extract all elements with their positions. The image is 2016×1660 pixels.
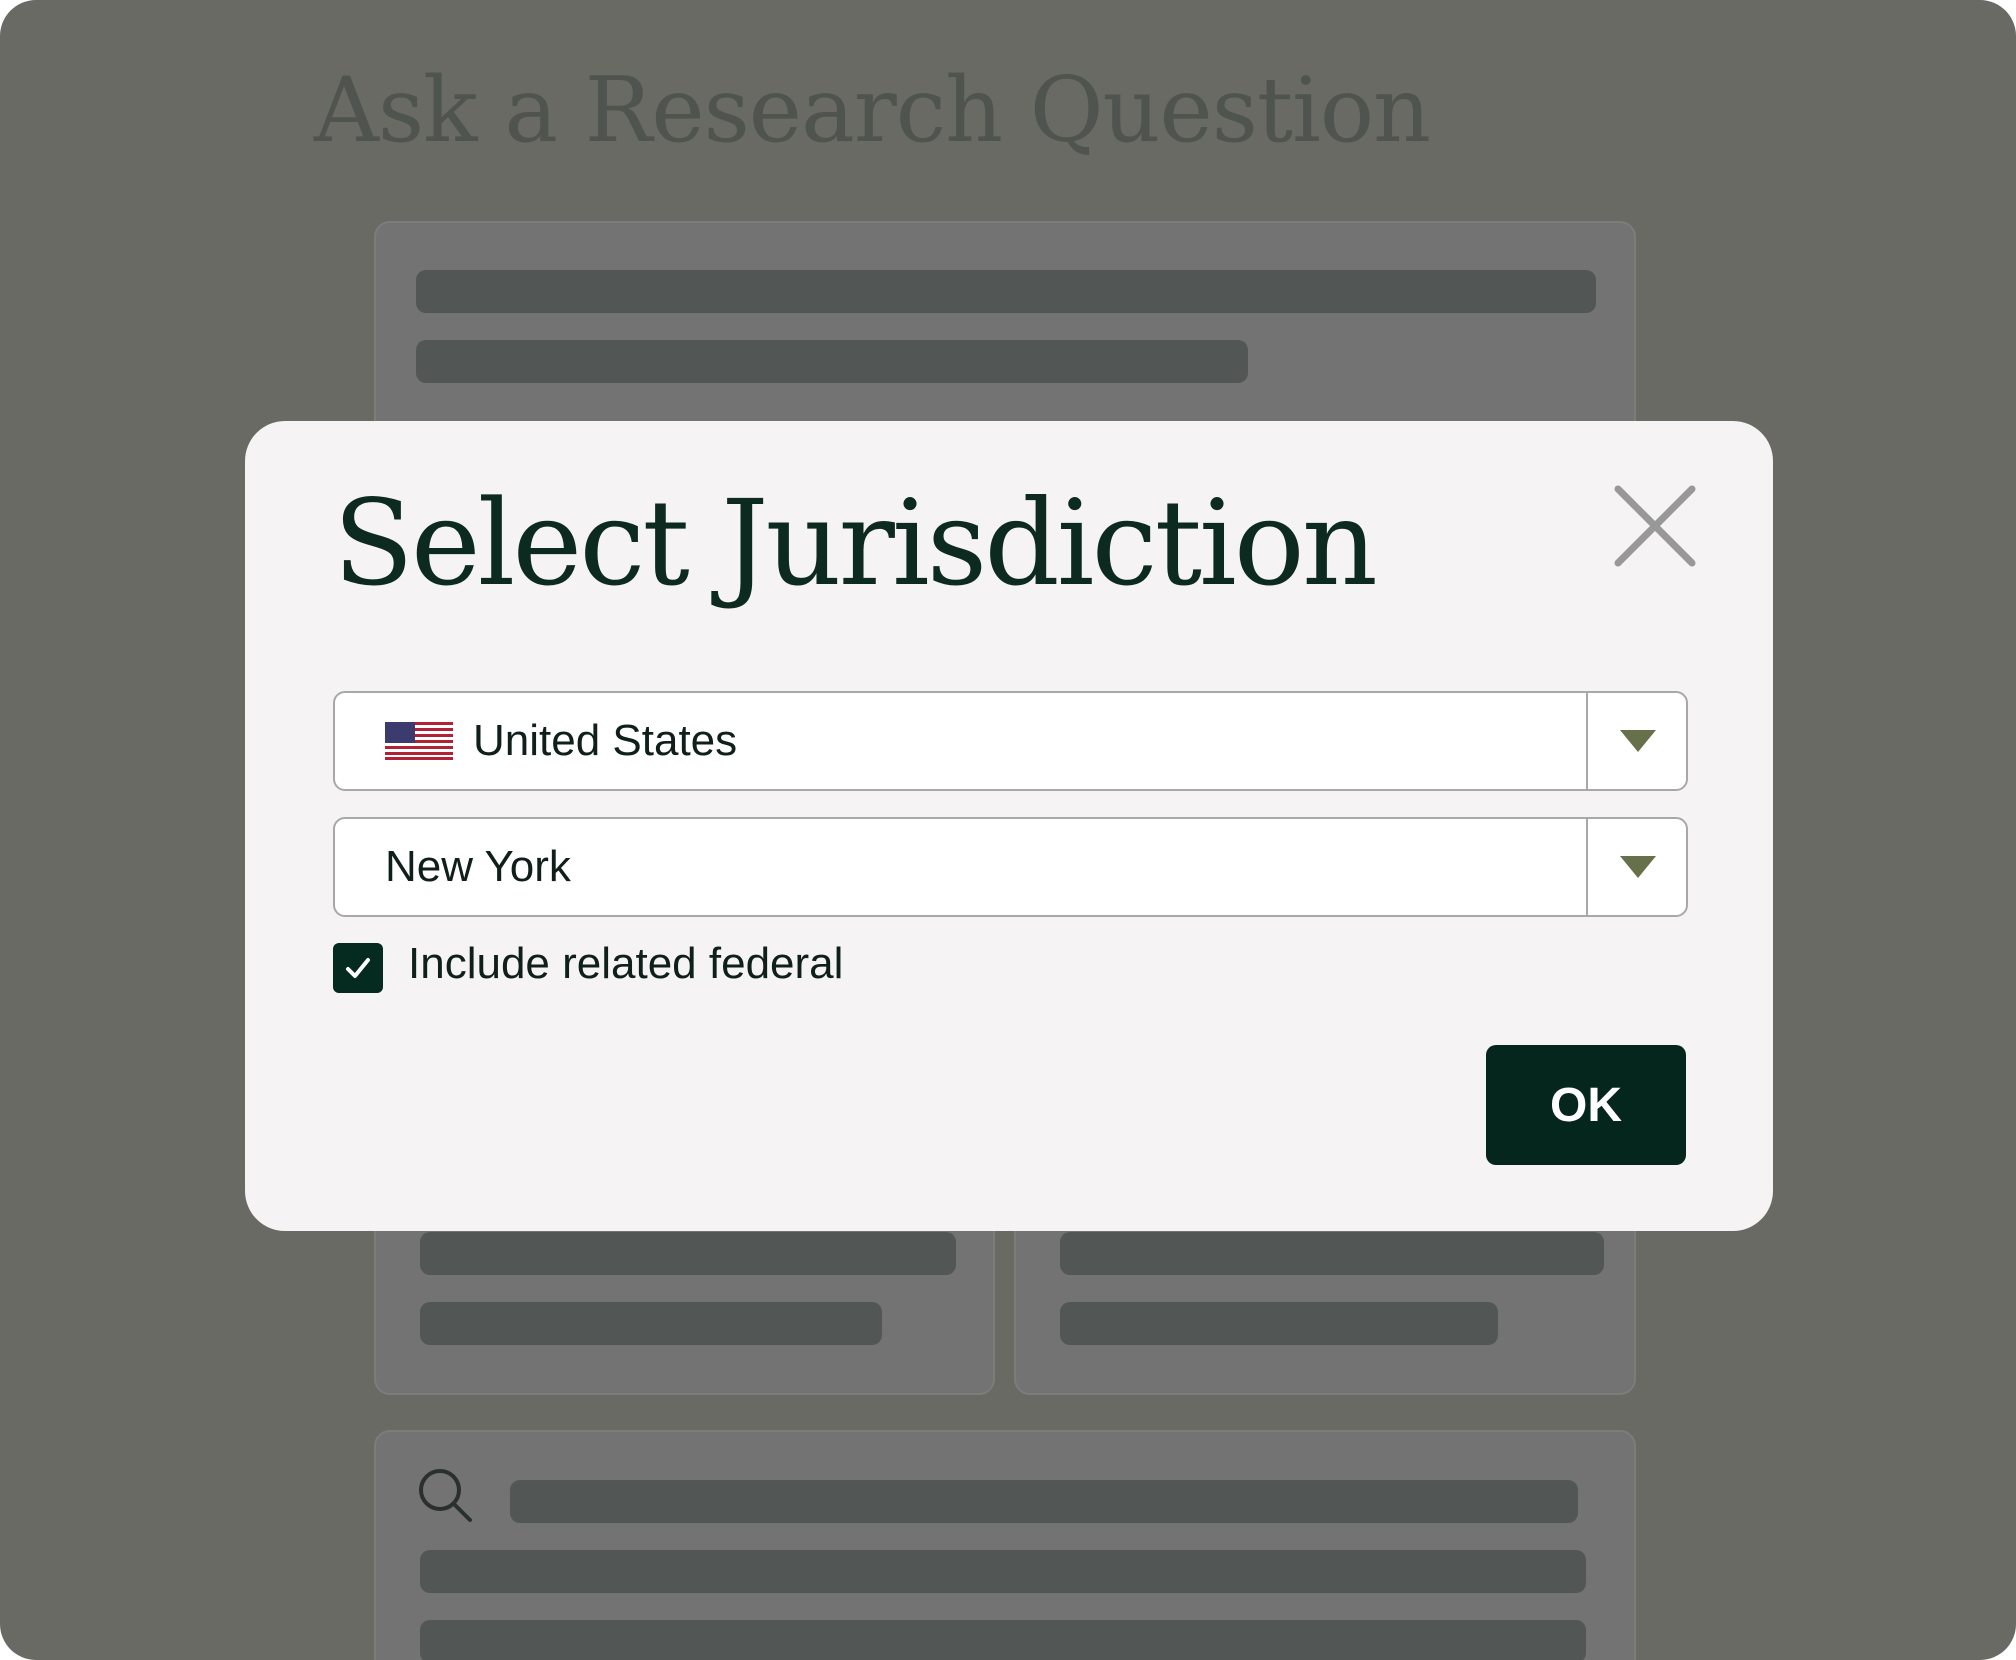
search-placeholder-bar bbox=[510, 1480, 1578, 1523]
region-select[interactable]: New York bbox=[333, 817, 1688, 917]
search-icon bbox=[419, 1469, 472, 1522]
dialog-title: Select Jurisdiction bbox=[333, 474, 1378, 612]
region-select-value: New York bbox=[385, 842, 571, 891]
placeholder-bar bbox=[416, 340, 1248, 383]
us-flag-icon bbox=[385, 722, 453, 760]
ok-button[interactable]: OK bbox=[1486, 1045, 1686, 1165]
search-card bbox=[374, 1430, 1636, 1660]
page-title: Ask a Research Question bbox=[314, 58, 1431, 163]
country-select-value: United States bbox=[473, 716, 738, 765]
placeholder-bar bbox=[420, 1620, 1586, 1660]
select-divider bbox=[1586, 693, 1588, 789]
select-divider bbox=[1586, 819, 1588, 915]
close-icon[interactable] bbox=[1610, 481, 1700, 571]
chevron-down-icon[interactable] bbox=[1616, 726, 1660, 756]
placeholder-bar bbox=[420, 1232, 956, 1275]
include-federal-checkbox[interactable] bbox=[333, 943, 383, 993]
placeholder-bar bbox=[420, 1550, 1586, 1593]
placeholder-bar bbox=[420, 1302, 882, 1345]
checkmark-icon bbox=[346, 958, 370, 978]
include-federal-label[interactable]: Include related federal bbox=[408, 939, 843, 989]
close-button[interactable] bbox=[1610, 481, 1700, 571]
placeholder-bar bbox=[1060, 1302, 1498, 1345]
chevron-down-icon[interactable] bbox=[1616, 852, 1660, 882]
placeholder-bar bbox=[1060, 1232, 1604, 1275]
country-select[interactable]: United States bbox=[333, 691, 1688, 791]
select-jurisdiction-dialog: Select Jurisdiction United States New Yo… bbox=[245, 421, 1773, 1231]
app-screen: Ask a Research Question Select Jurisdict… bbox=[0, 0, 2016, 1660]
placeholder-bar bbox=[416, 270, 1596, 313]
